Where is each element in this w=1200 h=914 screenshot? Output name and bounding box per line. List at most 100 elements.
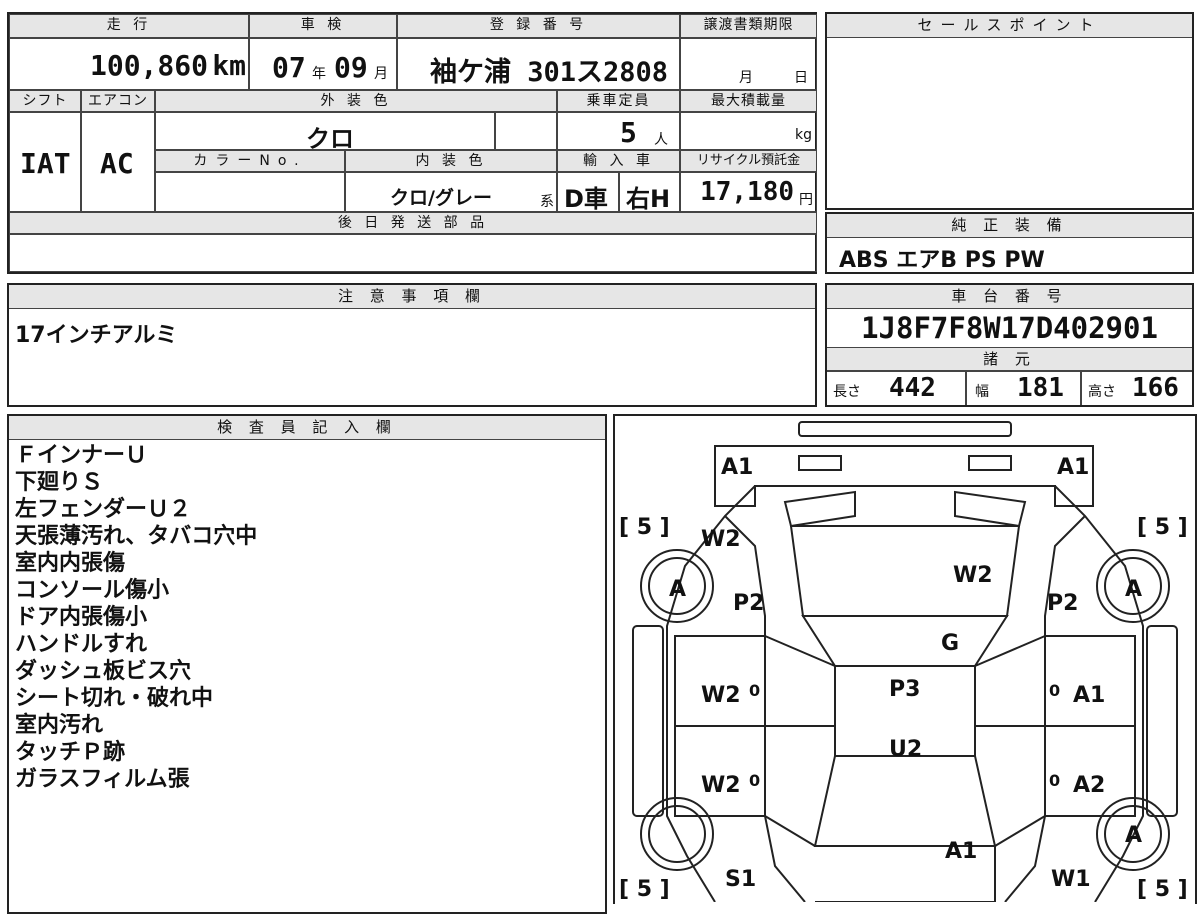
mark-left-pillar: P2 (733, 591, 764, 616)
mark-left-rear-door: W2 (701, 773, 741, 798)
mark-right-rear-door-zero: 0 (1049, 771, 1060, 790)
sales-point-label: セールスポイント (827, 14, 1192, 38)
standard-equipment-label: 純 正 装 備 (827, 214, 1192, 238)
ac-value: AC (100, 147, 134, 180)
inspector-line: タッチＰ跡 (15, 740, 126, 765)
mileage-cell: 100,860 km (9, 38, 249, 90)
transfer-deadline-label: 譲渡書類期限 (680, 14, 817, 38)
transfer-day-unit: 日 (794, 70, 808, 86)
inspector-line: ダッシュ板ビス穴 (15, 659, 192, 684)
shift-value: IAT (20, 147, 71, 180)
mark-front-right: A1 (1057, 455, 1089, 480)
import-value: D車 (564, 185, 608, 213)
inspection-month: 09 (334, 51, 368, 84)
width-cell: 幅 181 (966, 370, 1081, 405)
tire-tread-fr: [ 5 ] (1137, 515, 1188, 540)
inspection-month-unit: 月 (374, 66, 388, 82)
transfer-deadline-cell: 月 日 (680, 38, 817, 90)
mark-left-rear-door-zero: 0 (749, 771, 760, 790)
wheel-fr-mark: A (1125, 577, 1142, 602)
mark-left-front-door: W2 (701, 683, 741, 708)
inspector-lines: ＦインナーＵ 下廻りＳ 左フェンダーＵ２ 天張薄汚れ、タバコ穴中 室内内張傷 コ… (15, 442, 257, 793)
inspector-line: ハンドルすれ (15, 632, 148, 657)
mark-windshield: W2 (953, 563, 993, 588)
top-grid: 走 行 車 検 登 録 番 号 譲渡書類期限 100,860 km 07 年 0… (7, 12, 817, 274)
later-parts-label: 後 日 発 送 部 品 (9, 212, 817, 234)
interior-color-cell: クロ/グレー 系 (345, 172, 557, 212)
tire-tread-fl: [ 5 ] (619, 515, 670, 540)
transfer-month-unit: 月 (739, 70, 753, 86)
registration-cell: 袖ケ浦 301ス2808 (397, 38, 680, 90)
length-cell: 長さ 442 (827, 370, 966, 405)
tire-tread-rr: [ 5 ] (1137, 877, 1188, 902)
wheel-fl-mark: A (669, 577, 686, 602)
chassis-label: 車 台 番 号 (827, 285, 1192, 309)
mark-right-front-door-zero: 0 (1049, 681, 1060, 700)
notes-box: 注 意 事 項 欄 17インチアルミ (7, 283, 817, 407)
specs-row: 長さ 442 幅 181 高さ 166 (827, 370, 1192, 405)
shift-label: シフト (9, 90, 81, 112)
registration-label: 登 録 番 号 (397, 14, 680, 38)
max-load-cell: kg (680, 112, 817, 150)
exterior-color-extra (495, 112, 557, 150)
exterior-color-value: クロ (306, 125, 354, 153)
inspector-line: ＦインナーＵ (15, 443, 148, 468)
chassis-value: 1J8F7F8W17D402901 (861, 311, 1158, 345)
inspector-line: 天張薄汚れ、タバコ穴中 (15, 524, 258, 549)
inspector-label: 検 査 員 記 入 欄 (9, 416, 605, 440)
shift-cell: IAT (9, 112, 81, 212)
standard-equipment-box: 純 正 装 備 ABS エアB PS PW (825, 212, 1194, 274)
mark-left-front-door-zero: 0 (749, 681, 760, 700)
notes-label: 注 意 事 項 欄 (9, 285, 815, 309)
inspector-line: コンソール傷小 (15, 578, 170, 603)
length-value: 442 (889, 373, 936, 403)
mileage-unit: km (212, 49, 246, 82)
capacity-label: 乗車定員 (557, 90, 680, 112)
mark-right-front-door: A1 (1073, 683, 1105, 708)
mark-left-fender: W2 (701, 527, 741, 552)
wheel-rr-mark: A (1125, 823, 1142, 848)
color-no-label: カラーNo. (155, 150, 345, 172)
interior-color-value: クロ/グレー (390, 187, 492, 209)
import-label: 輸 入 車 (557, 150, 680, 172)
import-cell: D車 (557, 172, 619, 213)
mark-rear-hatch: A1 (945, 839, 977, 864)
sales-point-box: セールスポイント (825, 12, 1194, 210)
inspector-line: 室内汚れ (15, 713, 104, 738)
mark-right-pillar: P2 (1047, 591, 1078, 616)
inspection-cell: 07 年 09 月 (249, 38, 397, 90)
mark-roof-rear: U2 (889, 737, 922, 762)
recycle-label: リサイクル預託金 (680, 150, 817, 172)
mark-left-quarter: S1 (725, 867, 756, 892)
inspector-line: 下廻りＳ (15, 470, 104, 495)
inspector-line: 左フェンダーＵ２ (15, 497, 192, 522)
car-diagram-box: [ 5 ] [ 5 ] [ 5 ] [ 5 ] A A A A1 A1 W2 W… (613, 414, 1197, 904)
inspection-year: 07 (272, 51, 306, 84)
recycle-value: 17,180 (700, 177, 794, 207)
registration-number: 袖ケ浦 301ス2808 (430, 57, 669, 88)
later-parts-cell (9, 234, 817, 272)
height-value: 166 (1132, 373, 1179, 403)
capacity-cell: 5 人 (557, 112, 680, 150)
notes-value: 17インチアルミ (15, 323, 178, 348)
length-label: 長さ (833, 384, 861, 400)
tire-tread-rl: [ 5 ] (619, 877, 670, 902)
capacity-unit: 人 (654, 132, 668, 148)
recycle-unit: 円 (799, 192, 813, 208)
mileage-label: 走 行 (9, 14, 249, 38)
inspection-year-unit: 年 (312, 66, 326, 82)
ac-label: エアコン (81, 90, 155, 112)
mark-hood-glass: G (941, 631, 959, 656)
specs-label: 諸 元 (827, 347, 1192, 372)
handle-cell: 右H (619, 172, 680, 213)
car-diagram: [ 5 ] [ 5 ] [ 5 ] [ 5 ] A A A A1 A1 W2 W… (619, 421, 1188, 902)
max-load-label: 最大積載量 (680, 90, 817, 112)
capacity-value: 5 (620, 116, 637, 149)
width-value: 181 (1017, 373, 1064, 403)
standard-equipment-value: ABS エアB PS PW (839, 248, 1045, 273)
interior-color-suffix: 系 (540, 194, 554, 210)
handle-value: 右H (626, 185, 671, 213)
mark-roof: P3 (889, 677, 920, 702)
inspector-line: ガラスフィルム張 (15, 767, 190, 792)
width-label: 幅 (975, 384, 989, 400)
